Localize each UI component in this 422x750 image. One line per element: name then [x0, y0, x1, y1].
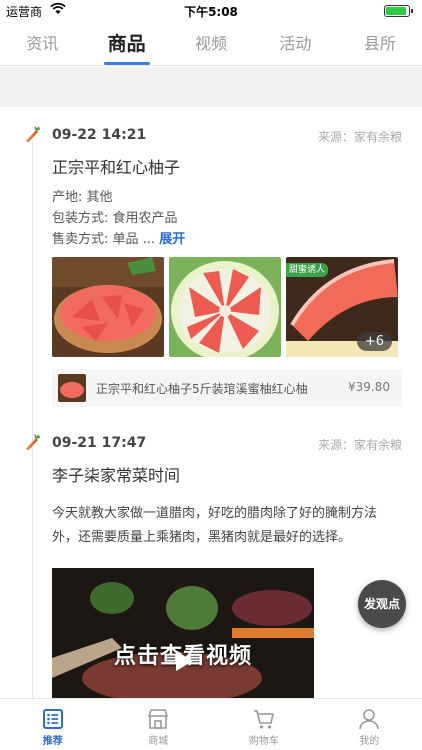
active-tab-indicator: [103, 62, 150, 65]
tab-label: 资讯: [26, 34, 59, 53]
status-time: 下午5:08: [184, 5, 238, 19]
nav-cart[interactable]: 购物车: [211, 699, 317, 750]
nav-label: 推荐: [42, 736, 63, 747]
post-source: 来源：家有余粮: [317, 130, 402, 144]
nav-label: 我的: [359, 736, 380, 747]
tab-label: 商品: [107, 33, 146, 55]
nav-recommend[interactable]: 推荐: [0, 699, 106, 750]
post-source: 来源：家有余粮: [317, 438, 402, 452]
post-body: 今天就教大家做一道腊肉，好吃的腊肉除了好的腌制方法外，还需要质量上乘猪肉，黑猪肉…: [52, 506, 378, 545]
product-price: ¥39.80: [348, 380, 390, 394]
cart-icon: [253, 708, 275, 730]
post-date: 09-22 14:21: [52, 127, 147, 143]
feed-post[interactable]: 09-22 14:21 来源：家有余粮 正宗平和红心柚子 产地: 其他 包装方式…: [0, 107, 422, 427]
product-card[interactable]: 正宗平和红心柚子5斤装琯溪蜜柚红心柚 ¥39.80: [52, 369, 402, 407]
photo-tag: 甜蜜诱人: [286, 263, 329, 277]
product-photo[interactable]: 甜蜜诱人 +6: [286, 257, 398, 357]
play-icon[interactable]: [174, 650, 194, 676]
tab-label: 县所: [363, 34, 396, 53]
more-photos-badge[interactable]: +6: [356, 332, 392, 351]
nav-profile[interactable]: 我的: [317, 699, 422, 750]
nav-label: 购物车: [248, 736, 279, 747]
tab-county[interactable]: 县所: [338, 22, 422, 65]
tab-news[interactable]: 资讯: [0, 22, 84, 65]
person-icon: [358, 708, 380, 730]
post-date: 09-21 17:47: [52, 435, 147, 451]
product-photo[interactable]: [52, 257, 164, 357]
video-player[interactable]: 点击查看视频: [52, 568, 314, 698]
tab-activities[interactable]: 活动: [253, 22, 337, 65]
post-title[interactable]: 李子柒家常菜时间: [52, 462, 180, 486]
battery-icon: [384, 5, 413, 17]
product-name: 正宗平和红心柚子5斤装琯溪蜜柚红心柚: [96, 382, 308, 396]
post-title[interactable]: 正宗平和红心柚子: [52, 154, 180, 178]
tab-products[interactable]: 商品: [84, 22, 168, 65]
sale-method-text: 售卖方式: 单品 ...: [52, 232, 156, 247]
list-icon: [42, 708, 64, 730]
nav-label: 商城: [148, 736, 169, 747]
store-icon: [147, 708, 169, 730]
status-bar: 运营商 下午5:08: [0, 0, 422, 22]
carrot-icon: [23, 434, 41, 452]
product-sale-method: 售卖方式: 单品 ... 展开: [52, 228, 185, 247]
product-thumbnail: [58, 374, 86, 402]
tab-label: 视频: [195, 34, 228, 53]
product-origin: 产地: 其他: [52, 190, 113, 205]
banner-placeholder: [0, 67, 422, 107]
category-tabs: 资讯 商品 视频 活动 县所: [0, 22, 422, 66]
bottom-nav: 推荐 商城 购物车 我的: [0, 698, 422, 750]
tab-label: 活动: [279, 34, 312, 53]
product-packaging: 包装方式: 食用农产品: [52, 211, 178, 226]
nav-store[interactable]: 商城: [106, 699, 212, 750]
carrot-icon: [23, 126, 41, 144]
product-photo[interactable]: [169, 257, 281, 357]
expand-link[interactable]: 展开: [159, 232, 185, 247]
tab-videos[interactable]: 视频: [169, 22, 253, 65]
video-thumbnail: [52, 568, 314, 698]
post-opinion-button[interactable]: 发观点: [358, 580, 406, 628]
